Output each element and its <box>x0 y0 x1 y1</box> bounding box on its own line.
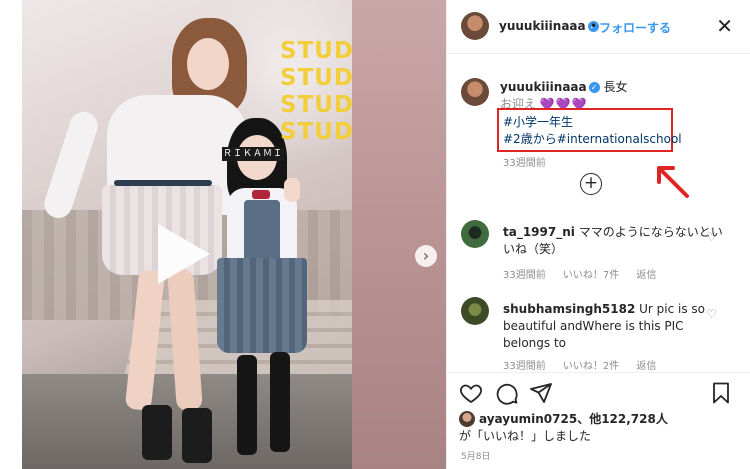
comment-timestamp[interactable]: 33週間前 <box>503 270 546 281</box>
header-username[interactable]: yuuukiiinaaa ✓ <box>499 19 599 33</box>
hashtag-link[interactable]: #2歳から <box>503 132 557 146</box>
hashtag-link[interactable]: #小学一年生 <box>503 115 573 129</box>
follow-button[interactable]: フォローする <box>599 19 671 36</box>
heart-icon[interactable]: ♡ <box>706 307 717 321</box>
post-header: yuuukiiinaaa ✓ • フォローする ✕ <box>447 0 750 54</box>
username-text[interactable]: yuuukiiinaaa <box>499 19 586 33</box>
load-more-comments-icon[interactable]: + <box>580 173 602 195</box>
likes-count[interactable]: 、他122,728人 <box>577 412 668 426</box>
video-overlay-text: STUDY STUDY STUDY STUDY <box>280 38 352 146</box>
heart-icon[interactable] <box>459 381 483 405</box>
separator-dot: • <box>590 19 598 33</box>
caption-line-1: yuuukiiinaaa ✓ 長女 <box>500 78 627 95</box>
caption-timestamp[interactable]: 33週間前 <box>503 154 546 169</box>
woman-boot <box>182 408 212 463</box>
caption-text: 長女 <box>603 80 628 94</box>
comment-like-count[interactable]: いいね！2件 <box>563 361 619 372</box>
reply-button[interactable]: 返信 <box>636 361 656 372</box>
hashtag-line-1: #小学一年生 <box>503 113 573 130</box>
comment-username[interactable]: shubhamsingh5182 <box>503 302 635 316</box>
comment-text: shubhamsingh5182 Ur pic is so beautiful … <box>503 301 723 352</box>
overlay-line: STUDY <box>280 65 352 91</box>
likes-summary: ayayumin0725、他122,728人 が「いいね！」しました <box>459 411 739 445</box>
comment-meta: 33週間前 いいね！2件 返信 <box>503 357 670 372</box>
share-icon[interactable] <box>529 381 553 405</box>
avatar[interactable] <box>461 297 489 325</box>
caption-username[interactable]: yuuukiiinaaa <box>500 80 587 94</box>
close-icon[interactable]: ✕ <box>716 14 733 38</box>
girl-bow <box>252 190 270 199</box>
avatar[interactable] <box>461 12 489 40</box>
post-side-panel: yuuukiiinaaa ✓ • フォローする ✕ yuuukiiinaaa ✓ 長… <box>446 0 750 469</box>
woman-arm <box>40 108 102 222</box>
bookmark-icon[interactable] <box>709 381 733 405</box>
reply-button[interactable]: 返信 <box>636 270 656 281</box>
comment-text: ta_1997_ni ママのようにならないといいね（笑） <box>503 224 723 258</box>
woman-belt <box>114 180 212 186</box>
action-bar <box>447 372 750 412</box>
play-icon[interactable] <box>158 224 210 284</box>
woman-face <box>187 38 229 90</box>
comment-timestamp[interactable]: 33週間前 <box>503 361 546 372</box>
hashtag-line-2: #2歳から#internationalschool <box>503 130 682 147</box>
overlay-line: STUDY <box>280 119 352 145</box>
post-media[interactable]: ＲＩＫＡＭＩ STUDY STUDY STUDY STUDY › <box>0 0 446 469</box>
liker-username[interactable]: ayayumin0725 <box>479 412 577 426</box>
comment-icon[interactable] <box>495 381 519 405</box>
avatar[interactable] <box>461 78 489 106</box>
post-date[interactable]: 5月8日 <box>461 449 490 462</box>
girl-sock <box>270 352 290 452</box>
chevron-right-icon[interactable]: › <box>415 245 437 267</box>
hashtag-link[interactable]: #internationalschool <box>557 132 682 146</box>
comment-like-count[interactable]: いいね！7件 <box>563 270 619 281</box>
peace-sign-hand <box>284 178 300 202</box>
avatar[interactable] <box>461 220 489 248</box>
face-censor-bar: ＲＩＫＡＭＩ <box>222 147 284 161</box>
heart-icon[interactable]: ♡ <box>706 230 717 244</box>
girl-skirt <box>217 258 307 353</box>
girl-sock <box>237 355 257 455</box>
overlay-line: STUDY <box>280 92 352 118</box>
overlay-line: STUDY <box>280 38 352 64</box>
avatar[interactable] <box>459 411 475 427</box>
verified-badge-icon: ✓ <box>588 82 600 93</box>
likes-suffix: が「いいね！」しました <box>459 429 592 443</box>
comment-meta: 33週間前 いいね！7件 返信 <box>503 266 670 281</box>
woman-boot <box>142 405 172 460</box>
comment-username[interactable]: ta_1997_ni <box>503 225 575 239</box>
annotation-arrow-icon <box>657 166 689 198</box>
